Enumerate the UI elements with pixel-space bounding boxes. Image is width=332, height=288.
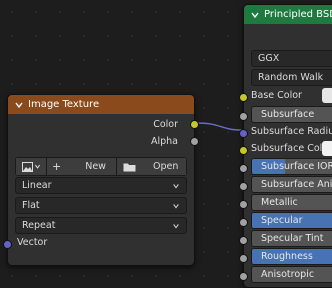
interpolation-dropdown[interactable]: Linear [15,177,187,194]
metallic-field[interactable]: Metallic [251,194,332,211]
anisotropic-field[interactable]: Anisotropic [251,266,332,283]
subsurface-method-value: Random Walk [258,72,324,83]
chevron-down-icon[interactable] [14,100,24,110]
input-subsurface-ior-socket[interactable] [239,164,248,173]
subsurface-anisotropy-label: Subsurface Anisotro [261,179,332,190]
roughness-field[interactable]: Roughness [251,248,332,265]
roughness-label: Roughness [261,251,313,262]
specular-tint-field[interactable]: Specular Tint [251,230,332,247]
extension-dropdown[interactable]: Repeat [15,217,187,234]
subsurface-ior-label: Subsurface IOR [261,161,332,172]
chevron-down-icon[interactable] [250,10,260,20]
specular-field[interactable]: Specular [251,212,332,229]
metallic-label: Metallic [261,197,298,208]
distribution-dropdown[interactable]: GGX [251,50,332,67]
input-vector-socket[interactable] [3,240,12,249]
open-label: Open [153,161,179,172]
output-color-label: Color [153,119,178,130]
chevron-down-icon [173,183,179,189]
subsurface-color-label: Subsurface Col... [251,143,332,154]
projection-dropdown[interactable]: Flat [15,197,187,214]
input-subsurface-radius-socket[interactable] [239,129,248,138]
input-base-color-socket[interactable] [239,93,248,102]
chevron-down-icon [173,223,179,229]
image-icon [21,161,33,172]
extension-value: Repeat [22,220,56,231]
principled-bsdf-title: Principled BSDF [264,9,332,20]
chevron-down-icon [173,203,179,209]
folder-icon [123,163,136,171]
new-label: New [85,161,106,172]
image-selector-row: + New Open [15,157,187,176]
anisotropic-label: Anisotropic [261,269,315,280]
output-color-socket[interactable] [190,120,199,129]
specular-label: Specular [261,215,303,226]
input-specular-socket[interactable] [239,218,248,227]
specular-tint-label: Specular Tint [261,233,324,244]
base-color-label: Base Color [251,90,302,101]
subsurface-ior-field[interactable]: Subsurface IOR [251,158,332,175]
projection-value: Flat [22,200,40,211]
principled-bsdf-header[interactable]: Principled BSDF [244,5,332,24]
input-anisotropic-socket[interactable] [239,272,248,281]
open-image-button[interactable]: Open [117,158,186,175]
principled-bsdf-node[interactable]: Principled BSDF GGX Random Walk Base Col… [239,4,332,288]
input-roughness-socket[interactable] [239,254,248,263]
subsurface-method-dropdown[interactable]: Random Walk [251,69,332,86]
input-subsurface-socket[interactable] [239,112,248,121]
subsurface-anisotropy-field[interactable]: Subsurface Anisotro [251,176,332,193]
subsurface-color-swatch[interactable] [322,141,332,156]
plus-icon: + [52,160,62,173]
output-alpha-socket[interactable] [190,137,199,146]
new-image-button[interactable]: + New [47,158,117,175]
subsurface-field[interactable]: Subsurface [251,106,332,123]
image-browse-button[interactable] [16,158,47,175]
image-texture-title: Image Texture [28,99,100,110]
subsurface-label: Subsurface [261,109,315,120]
distribution-value: GGX [258,53,280,64]
input-metallic-socket[interactable] [239,200,248,209]
image-texture-node[interactable]: Image Texture Color Alpha + New Open Lin… [3,94,199,266]
input-subsurface-anisotropy-socket[interactable] [239,182,248,191]
input-specular-tint-socket[interactable] [239,236,248,245]
output-alpha-label: Alpha [150,136,178,147]
image-texture-header[interactable]: Image Texture [8,95,194,114]
chevron-down-icon [34,164,40,169]
interpolation-value: Linear [22,180,52,191]
input-vector-label: Vector [17,237,48,248]
base-color-swatch[interactable] [322,88,332,103]
subsurface-radius-label: Subsurface Radius [251,126,332,137]
input-subsurface-color-socket[interactable] [239,146,248,155]
